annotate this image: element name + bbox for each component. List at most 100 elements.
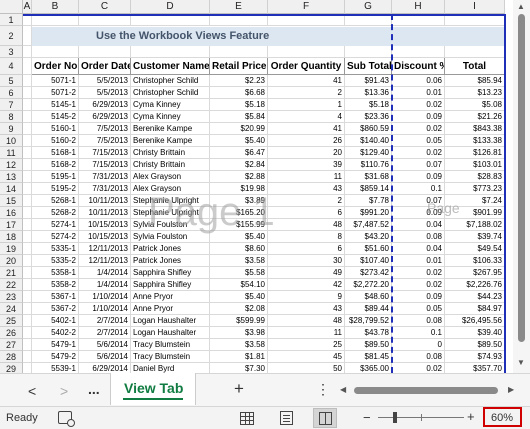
data-cell[interactable]: 7/5/2013 bbox=[79, 123, 131, 135]
row-header[interactable]: 9 bbox=[0, 123, 23, 135]
row-header[interactable]: 8 bbox=[0, 111, 23, 123]
column-heading-cell[interactable]: Order Date bbox=[79, 58, 131, 75]
data-cell[interactable]: $28.83 bbox=[445, 171, 505, 183]
tab-prev-button[interactable]: < bbox=[28, 383, 36, 399]
data-cell[interactable]: $140.40 bbox=[345, 135, 392, 147]
empty-cell[interactable] bbox=[23, 75, 32, 87]
zoom-level-box[interactable]: 60% bbox=[483, 407, 522, 427]
data-cell[interactable]: Sapphira Shifley bbox=[131, 279, 210, 291]
select-all-corner[interactable] bbox=[0, 0, 23, 14]
row-header[interactable]: 10 bbox=[0, 135, 23, 147]
data-cell[interactable]: $991.20 bbox=[345, 207, 392, 219]
scroll-up-arrow[interactable]: ▲ bbox=[517, 2, 525, 11]
data-cell[interactable]: 5/6/2014 bbox=[79, 351, 131, 363]
data-cell[interactable]: $21.26 bbox=[445, 111, 505, 123]
data-cell[interactable]: Alex Grayson bbox=[131, 171, 210, 183]
sheet-tab-view-tab[interactable]: View Tab bbox=[110, 373, 196, 405]
row-header[interactable]: 1 bbox=[0, 14, 23, 26]
data-cell[interactable]: $43.20 bbox=[345, 231, 392, 243]
data-cell[interactable]: $20.99 bbox=[210, 123, 268, 135]
data-cell[interactable]: $107.40 bbox=[345, 255, 392, 267]
data-cell[interactable]: 2/7/2014 bbox=[79, 315, 131, 327]
data-cell[interactable]: Christopher Schild bbox=[131, 87, 210, 99]
data-cell[interactable]: 7/15/2013 bbox=[79, 159, 131, 171]
data-cell[interactable]: 5071-1 bbox=[32, 75, 79, 87]
data-cell[interactable]: 0.02 bbox=[392, 123, 445, 135]
column-header[interactable]: E bbox=[210, 0, 268, 14]
data-cell[interactable]: 0.01 bbox=[392, 87, 445, 99]
data-cell[interactable]: $273.42 bbox=[345, 267, 392, 279]
data-cell[interactable]: 10/11/2013 bbox=[79, 195, 131, 207]
row-header[interactable]: 23 bbox=[0, 291, 23, 303]
data-cell[interactable]: 2 bbox=[268, 87, 345, 99]
empty-cell[interactable] bbox=[23, 219, 32, 231]
data-cell[interactable]: $43.78 bbox=[345, 327, 392, 339]
data-cell[interactable]: Cyma Kinney bbox=[131, 99, 210, 111]
normal-view-icon[interactable] bbox=[240, 412, 254, 425]
data-cell[interactable]: 5402-1 bbox=[32, 315, 79, 327]
data-cell[interactable]: $2.08 bbox=[210, 303, 268, 315]
empty-cell[interactable] bbox=[23, 267, 32, 279]
data-cell[interactable]: $7,188.02 bbox=[445, 219, 505, 231]
row-header[interactable]: 11 bbox=[0, 147, 23, 159]
column-heading-cell[interactable]: Discount % bbox=[392, 58, 445, 75]
data-cell[interactable]: Sapphira Shifley bbox=[131, 267, 210, 279]
data-cell[interactable]: $6.47 bbox=[210, 147, 268, 159]
row-header[interactable]: 5 bbox=[0, 75, 23, 87]
row-header[interactable]: 2 bbox=[0, 26, 23, 46]
data-cell[interactable]: 5/5/2013 bbox=[79, 75, 131, 87]
data-cell[interactable]: 5/6/2014 bbox=[79, 339, 131, 351]
data-cell[interactable]: $126.81 bbox=[445, 147, 505, 159]
empty-cell[interactable] bbox=[23, 231, 32, 243]
data-cell[interactable]: 0.1 bbox=[392, 183, 445, 195]
empty-cell[interactable] bbox=[131, 46, 210, 58]
empty-cell[interactable] bbox=[23, 291, 32, 303]
data-cell[interactable]: 4 bbox=[268, 111, 345, 123]
empty-cell[interactable] bbox=[23, 87, 32, 99]
data-cell[interactable]: 39 bbox=[268, 159, 345, 171]
empty-cell[interactable] bbox=[23, 123, 32, 135]
data-cell[interactable]: 5160-2 bbox=[32, 135, 79, 147]
column-header[interactable]: A bbox=[23, 0, 32, 14]
data-cell[interactable]: $599.99 bbox=[210, 315, 268, 327]
empty-cell[interactable] bbox=[23, 183, 32, 195]
empty-cell[interactable] bbox=[445, 46, 505, 58]
data-cell[interactable]: 20 bbox=[268, 147, 345, 159]
row-header[interactable]: 6 bbox=[0, 87, 23, 99]
data-cell[interactable]: $357.70 bbox=[445, 363, 505, 373]
data-cell[interactable]: 10/11/2013 bbox=[79, 207, 131, 219]
data-cell[interactable]: 11 bbox=[268, 171, 345, 183]
data-cell[interactable]: 0.1 bbox=[392, 327, 445, 339]
empty-cell[interactable] bbox=[23, 147, 32, 159]
data-cell[interactable]: $49.54 bbox=[445, 243, 505, 255]
data-cell[interactable]: 0.08 bbox=[392, 351, 445, 363]
data-cell[interactable]: $26,495.56 bbox=[445, 315, 505, 327]
data-cell[interactable]: $84.97 bbox=[445, 303, 505, 315]
data-cell[interactable]: $5.08 bbox=[445, 99, 505, 111]
column-heading-cell[interactable]: Order No bbox=[32, 58, 79, 75]
data-cell[interactable]: 5195-1 bbox=[32, 171, 79, 183]
data-cell[interactable]: 1/10/2014 bbox=[79, 303, 131, 315]
column-heading-cell[interactable]: Order Quantity bbox=[268, 58, 345, 75]
data-cell[interactable]: 10/15/2013 bbox=[79, 219, 131, 231]
data-cell[interactable]: 0.06 bbox=[392, 75, 445, 87]
data-cell[interactable]: 0.02 bbox=[392, 99, 445, 111]
empty-cell[interactable] bbox=[345, 46, 392, 58]
data-cell[interactable]: 43 bbox=[268, 303, 345, 315]
data-cell[interactable]: 6/29/2014 bbox=[79, 363, 131, 373]
data-cell[interactable]: $51.60 bbox=[345, 243, 392, 255]
data-cell[interactable]: $3.58 bbox=[210, 255, 268, 267]
empty-cell[interactable] bbox=[268, 46, 345, 58]
data-cell[interactable]: 6 bbox=[268, 243, 345, 255]
data-cell[interactable]: 1 bbox=[268, 99, 345, 111]
data-cell[interactable]: 0.05 bbox=[392, 303, 445, 315]
data-cell[interactable]: 5195-2 bbox=[32, 183, 79, 195]
data-cell[interactable]: Patrick Jones bbox=[131, 243, 210, 255]
data-cell[interactable]: $2,272.20 bbox=[345, 279, 392, 291]
row-header[interactable]: 25 bbox=[0, 315, 23, 327]
data-cell[interactable]: 5367-1 bbox=[32, 291, 79, 303]
data-cell[interactable]: 48 bbox=[268, 219, 345, 231]
empty-cell[interactable] bbox=[210, 46, 268, 58]
data-cell[interactable]: $5.58 bbox=[210, 267, 268, 279]
hscroll-right-arrow[interactable]: ▶ bbox=[508, 385, 514, 394]
